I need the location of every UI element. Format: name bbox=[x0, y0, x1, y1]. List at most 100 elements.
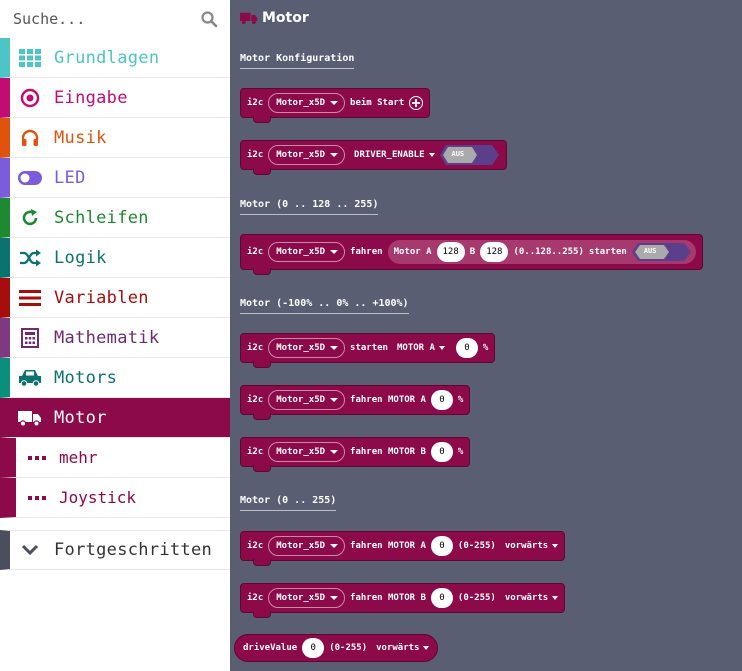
direction-dropdown[interactable]: vorwärts bbox=[504, 541, 559, 551]
block-fahren-motor-b-percent[interactable]: i2c Motor_x5D fahren MOTOR B 0 % bbox=[240, 437, 471, 472]
shuffle-icon bbox=[18, 246, 42, 270]
headphones-icon bbox=[18, 126, 42, 150]
refresh-icon bbox=[18, 206, 42, 230]
category-label: Musik bbox=[54, 127, 107, 148]
percent-field[interactable]: 0 bbox=[430, 390, 453, 410]
plus-circle-icon[interactable] bbox=[409, 96, 424, 110]
category-musik[interactable]: Musik bbox=[0, 118, 230, 158]
caret-icon bbox=[552, 596, 559, 600]
category-label: Mathematik bbox=[54, 327, 160, 348]
motor-dropdown[interactable]: MOTOR A bbox=[397, 343, 445, 353]
lines-icon bbox=[18, 286, 42, 310]
caret-icon bbox=[330, 250, 339, 254]
dropdown-value: vorwärts bbox=[504, 593, 549, 603]
motor-ab-input[interactable]: Motor A 128 B 128 (0..128..255) starten … bbox=[387, 240, 696, 264]
block-text: Motor A bbox=[393, 247, 432, 257]
percent-field[interactable]: 0 bbox=[430, 442, 453, 462]
block-beim-start[interactable]: i2c Motor_x5D beim Start bbox=[240, 88, 431, 123]
subcategory-label: mehr bbox=[59, 448, 98, 467]
block-fahren-motor-a-255[interactable]: i2c Motor_x5D fahren MOTOR A 0 (0-255) v… bbox=[240, 531, 566, 566]
dropdown-value: Motor_x5D bbox=[276, 150, 326, 160]
category-grundlagen[interactable]: Grundlagen bbox=[0, 38, 230, 78]
section-label: Motor (-100% .. 0% .. +100%) bbox=[240, 298, 409, 314]
subcategory-label: Joystick bbox=[59, 488, 137, 507]
dropdown-value: vorwärts bbox=[504, 541, 549, 551]
device-dropdown[interactable]: Motor_x5D bbox=[268, 588, 346, 608]
toggle-aus[interactable]: AUS bbox=[439, 144, 500, 166]
subcategory-joystick[interactable]: Joystick bbox=[0, 478, 230, 518]
speed-b-field[interactable]: 128 bbox=[480, 242, 509, 262]
direction-dropdown[interactable]: vorwärts bbox=[504, 593, 559, 603]
category-label: Motor bbox=[54, 407, 107, 428]
category-motor[interactable]: Motor bbox=[0, 398, 230, 438]
device-dropdown[interactable]: Motor_x5D bbox=[268, 338, 346, 358]
block-text: i2c bbox=[247, 247, 264, 257]
category-label: Schleifen bbox=[54, 207, 149, 228]
block-starten-motor[interactable]: i2c Motor_x5D starten MOTOR A 0 % bbox=[240, 333, 496, 368]
block-fahren-motor-ab[interactable]: i2c Motor_x5D fahren Motor A 128 B 128 (… bbox=[240, 234, 703, 275]
category-fortgeschritten[interactable]: Fortgeschritten bbox=[0, 530, 230, 570]
dropdown-value: vorwärts bbox=[376, 643, 420, 653]
block-text: (0..128..255) bbox=[513, 247, 584, 257]
block-text: fahren MOTOR A bbox=[350, 541, 426, 551]
search-icon[interactable] bbox=[200, 10, 218, 28]
toggle-label: AUS bbox=[451, 150, 465, 158]
block-text: B bbox=[469, 247, 476, 257]
truck-icon bbox=[240, 12, 258, 25]
block-text: i2c bbox=[247, 593, 264, 603]
chevron-down-icon bbox=[18, 538, 42, 562]
car-icon bbox=[18, 366, 42, 390]
direction-dropdown[interactable]: vorwärts bbox=[376, 643, 430, 653]
register-dropdown[interactable]: DRIVER_ENABLE bbox=[354, 150, 435, 160]
drive-value-field[interactable]: 0 bbox=[302, 638, 325, 658]
caret-icon bbox=[330, 101, 339, 105]
dropdown-value: Motor_x5D bbox=[276, 343, 326, 353]
speed-field[interactable]: 0 bbox=[430, 536, 453, 556]
category-led[interactable]: LED bbox=[0, 158, 230, 198]
block-text: % bbox=[482, 343, 489, 353]
dropdown-value: Motor_x5D bbox=[276, 541, 326, 551]
section-label: Motor Konfiguration bbox=[240, 53, 355, 69]
flyout-title: Motor bbox=[240, 8, 309, 28]
block-text: fahren bbox=[350, 247, 383, 257]
block-text: (0-255) bbox=[329, 643, 368, 653]
section-label: Motor (0 .. 255) bbox=[240, 495, 337, 511]
device-dropdown[interactable]: Motor_x5D bbox=[268, 442, 346, 462]
dropdown-value: Motor_x5D bbox=[276, 98, 326, 108]
block-text: i2c bbox=[247, 98, 264, 108]
percent-field[interactable]: 0 bbox=[455, 338, 478, 358]
category-motors[interactable]: Motors bbox=[0, 358, 230, 398]
dropdown-value: Motor_x5D bbox=[276, 247, 326, 257]
dropdown-value: Motor_x5D bbox=[276, 447, 326, 457]
block-text: % bbox=[457, 447, 464, 457]
dropdown-value: Motor_x5D bbox=[276, 593, 326, 603]
caret-icon bbox=[330, 346, 339, 350]
speed-field[interactable]: 0 bbox=[430, 588, 453, 608]
device-dropdown[interactable]: Motor_x5D bbox=[268, 242, 346, 262]
block-drive-value[interactable]: driveValue 0 (0-255) vorwärts bbox=[234, 634, 439, 662]
device-dropdown[interactable]: Motor_x5D bbox=[268, 145, 346, 165]
toggle-aus[interactable]: AUS bbox=[631, 242, 692, 262]
search-input[interactable] bbox=[0, 0, 230, 38]
category-eingabe[interactable]: Eingabe bbox=[0, 78, 230, 118]
category-label: LED bbox=[54, 167, 86, 188]
speed-a-field[interactable]: 128 bbox=[436, 242, 465, 262]
block-driver-enable[interactable]: i2c Motor_x5D DRIVER_ENABLE AUS bbox=[240, 140, 507, 175]
category-logik[interactable]: Logik bbox=[0, 238, 230, 278]
search-box bbox=[0, 0, 230, 38]
caret-icon bbox=[330, 398, 339, 402]
category-variablen[interactable]: Variablen bbox=[0, 278, 230, 318]
block-text: i2c bbox=[247, 541, 264, 551]
category-mathematik[interactable]: Mathematik bbox=[0, 318, 230, 358]
calculator-icon bbox=[18, 326, 42, 350]
block-fahren-motor-b-255[interactable]: i2c Motor_x5D fahren MOTOR B 0 (0-255) v… bbox=[240, 583, 566, 618]
block-text: i2c bbox=[247, 343, 264, 353]
device-dropdown[interactable]: Motor_x5D bbox=[268, 390, 346, 410]
category-schleifen[interactable]: Schleifen bbox=[0, 198, 230, 238]
device-dropdown[interactable]: Motor_x5D bbox=[268, 536, 346, 556]
caret-icon bbox=[330, 450, 339, 454]
block-fahren-motor-a-percent[interactable]: i2c Motor_x5D fahren MOTOR A 0 % bbox=[240, 385, 471, 420]
device-dropdown[interactable]: Motor_x5D bbox=[268, 93, 346, 113]
subcategory-mehr[interactable]: mehr bbox=[0, 438, 230, 478]
grid-icon bbox=[18, 46, 42, 70]
